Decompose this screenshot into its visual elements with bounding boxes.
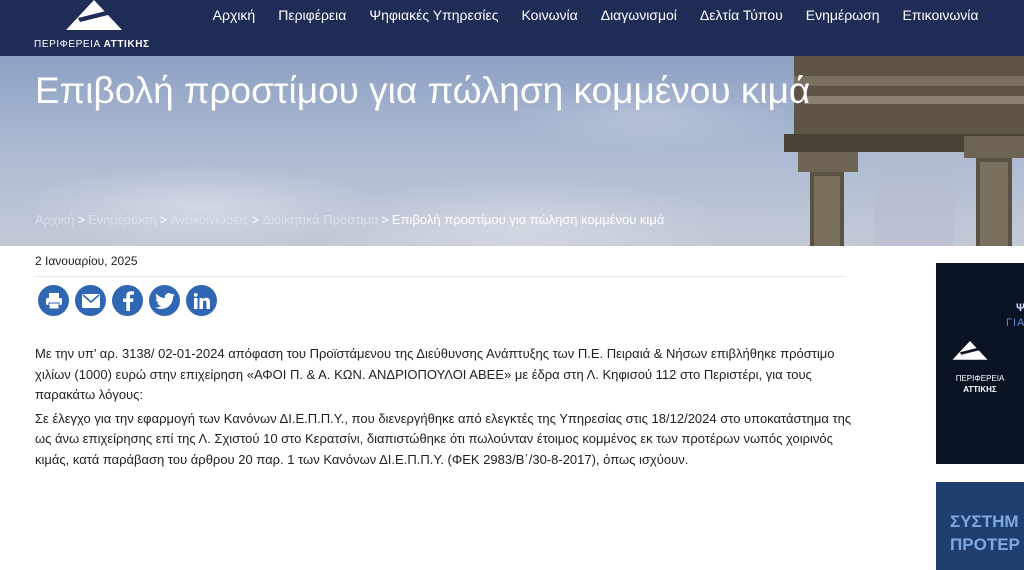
email-icon: [81, 293, 100, 308]
nav-item-contact[interactable]: Επικοινωνία: [891, 0, 990, 32]
breadcrumb: Αρχική > Ενημέρωση > Ανακοινώσεις > Διοικητικά…: [35, 212, 664, 227]
divider: [35, 276, 845, 277]
breadcrumb-announcements[interactable]: Ανακοινώσεις: [170, 212, 249, 227]
print-icon: [45, 292, 62, 309]
nav-item-digital-services[interactable]: Ψηφιακές Υπηρεσίες: [358, 0, 510, 32]
logo-text: ΠΕΡΙΦΕΡΕΙΑ ΑΤΤΙΚΗΣ: [34, 39, 150, 50]
nav-item-region[interactable]: Περιφέρεια: [267, 0, 358, 32]
article-body: Με την υπ’ αρ. 3138/ 02-01-2024 απόφαση …: [35, 344, 855, 473]
sidebar-banner-system[interactable]: ΣΥΣΤΗΜ ΠΡΟΤΕΡ: [936, 482, 1024, 570]
breadcrumb-separator: >: [251, 212, 260, 227]
email-share-button[interactable]: [75, 285, 106, 316]
breadcrumb-separator: >: [77, 212, 86, 227]
nav-item-news[interactable]: Ενημέρωση: [794, 0, 891, 32]
linkedin-share-button[interactable]: [186, 285, 217, 316]
facebook-icon: [122, 290, 134, 311]
print-button[interactable]: [38, 285, 69, 316]
banner-logo-icon: [952, 341, 988, 360]
caryatid-temple-image: [784, 56, 1024, 246]
twitter-share-button[interactable]: [149, 285, 180, 316]
banner-logo-text: ΠΕΡΙΦΕΡΕΙΑ ΑΤΤΙΚΗΣ: [950, 373, 1010, 395]
site-logo[interactable]: ΠΕΡΙΦΕΡΕΙΑ ΑΤΤΙΚΗΣ: [34, 0, 154, 56]
banner-text: ΠΡΟΤΕΡ: [950, 535, 1020, 554]
site-header: ΠΕΡΙΦΕΡΕΙΑ ΑΤΤΙΚΗΣ Αρχική Περιφέρεια Ψηφ…: [0, 0, 1024, 56]
breadcrumb-separator: >: [159, 212, 168, 227]
breadcrumb-fines[interactable]: Διοικητικά Πρόστιμα: [262, 212, 378, 227]
breadcrumb-separator: >: [381, 212, 389, 227]
sidebar-banner-digital[interactable]: Ψ ΓΙΑ ΠΕΡΙΦΕΡΕΙΑ ΑΤΤΙΚΗΣ: [936, 263, 1024, 464]
main-nav: Αρχική Περιφέρεια Ψηφιακές Υπηρεσίες Κοι…: [201, 0, 990, 32]
logo-mark-icon: [66, 0, 122, 30]
nav-item-society[interactable]: Κοινωνία: [510, 0, 589, 32]
twitter-icon: [154, 292, 175, 309]
nav-item-home[interactable]: Αρχική: [201, 0, 267, 32]
breadcrumb-home[interactable]: Αρχική: [35, 212, 75, 227]
banner-logo-bold: ΑΤΤΙΚΗΣ: [963, 385, 997, 394]
article-paragraph: Με την υπ’ αρ. 3138/ 02-01-2024 απόφαση …: [35, 346, 835, 402]
share-buttons: [38, 285, 217, 316]
breadcrumb-current: Επιβολή προστίμου για πώληση κομμένου κι…: [391, 212, 665, 227]
facebook-share-button[interactable]: [112, 285, 143, 316]
banner-text: ΓΙΑ: [1006, 317, 1024, 329]
page-title: Επιβολή προστίμου για πώληση κομμένου κι…: [35, 70, 811, 111]
banner-logo-light: ΠΕΡΙΦΕΡΕΙΑ: [955, 374, 1005, 383]
banner-text: Ψ: [1016, 302, 1024, 314]
nav-item-press-releases[interactable]: Δελτία Τύπου: [688, 0, 794, 32]
logo-text-light: ΠΕΡΙΦΕΡΕΙΑ: [34, 39, 101, 50]
nav-item-tenders[interactable]: Διαγωνισμοί: [589, 0, 688, 32]
logo-text-bold: ΑΤΤΙΚΗΣ: [103, 39, 150, 50]
linkedin-icon: [193, 292, 210, 309]
hero-banner: Επιβολή προστίμου για πώληση κομμένου κι…: [0, 56, 1024, 246]
post-date: 2 Ιανουαρίου, 2025: [35, 254, 138, 268]
breadcrumb-news[interactable]: Ενημέρωση: [88, 212, 157, 227]
article-paragraph: Σε έλεγχο για την εφαρμογή των Κανόνων Δ…: [35, 410, 852, 467]
banner-text: ΣΥΣΤΗΜ: [950, 512, 1019, 531]
